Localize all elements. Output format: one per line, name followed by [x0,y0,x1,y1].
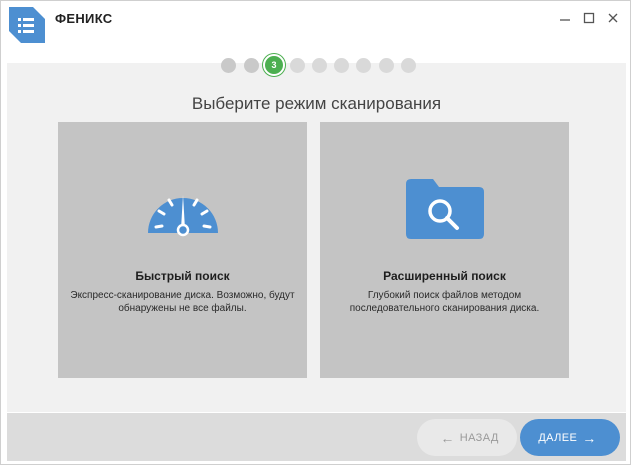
step-dot-5 [312,58,327,73]
speedometer-icon [147,195,218,237]
app-title: ФЕНИКС [55,11,113,26]
next-button-label: ДАЛЕЕ [538,431,578,444]
minimize-icon [560,19,570,21]
page-title: Выберите режим сканирования [191,94,442,113]
quick-scan-card[interactable]: Быстрый поиск Экспресс-сканирование диск… [58,122,307,378]
advanced-scan-description: Глубокий поиск файлов методом последоват… [349,290,540,314]
back-button[interactable]: ← НАЗАД [417,419,517,456]
maximize-button[interactable] [578,7,600,29]
step-dot-6 [334,58,349,73]
close-button[interactable] [602,7,624,29]
step-dot-8 [379,58,394,73]
minimize-button[interactable] [554,7,576,29]
next-button[interactable]: ДАЛЕЕ → [520,419,620,456]
wizard-stepper: 3 [1,53,630,77]
quick-scan-description: Экспресс-сканирование диска. Возможно, б… [70,290,295,314]
arrow-right-icon: → [582,429,597,446]
step-dot-2 [244,58,259,73]
step-dot-4 [290,58,305,73]
maximize-icon [583,12,595,24]
step-dot-1 [221,58,236,73]
close-icon [608,13,618,23]
advanced-scan-title: Расширенный поиск [383,269,506,283]
folder-search-icon [405,179,484,239]
back-button-label: НАЗАД [459,431,499,444]
menu-gear-logo-icon[interactable] [5,3,49,47]
advanced-scan-card[interactable]: Расширенный поиск Глубокий поиск файлов … [320,122,569,378]
window-controls [554,7,624,29]
title-bar: ФЕНИКС [1,1,630,43]
step-dot-9 [401,58,416,73]
app-window: ФЕНИКС 3 Выберите режим сканирования Быс… [0,0,631,465]
step-dot-current: 3 [263,54,285,76]
quick-scan-title: Быстрый поиск [135,269,230,283]
step-dot-7 [356,58,371,73]
arrow-left-icon: ← [440,429,455,446]
